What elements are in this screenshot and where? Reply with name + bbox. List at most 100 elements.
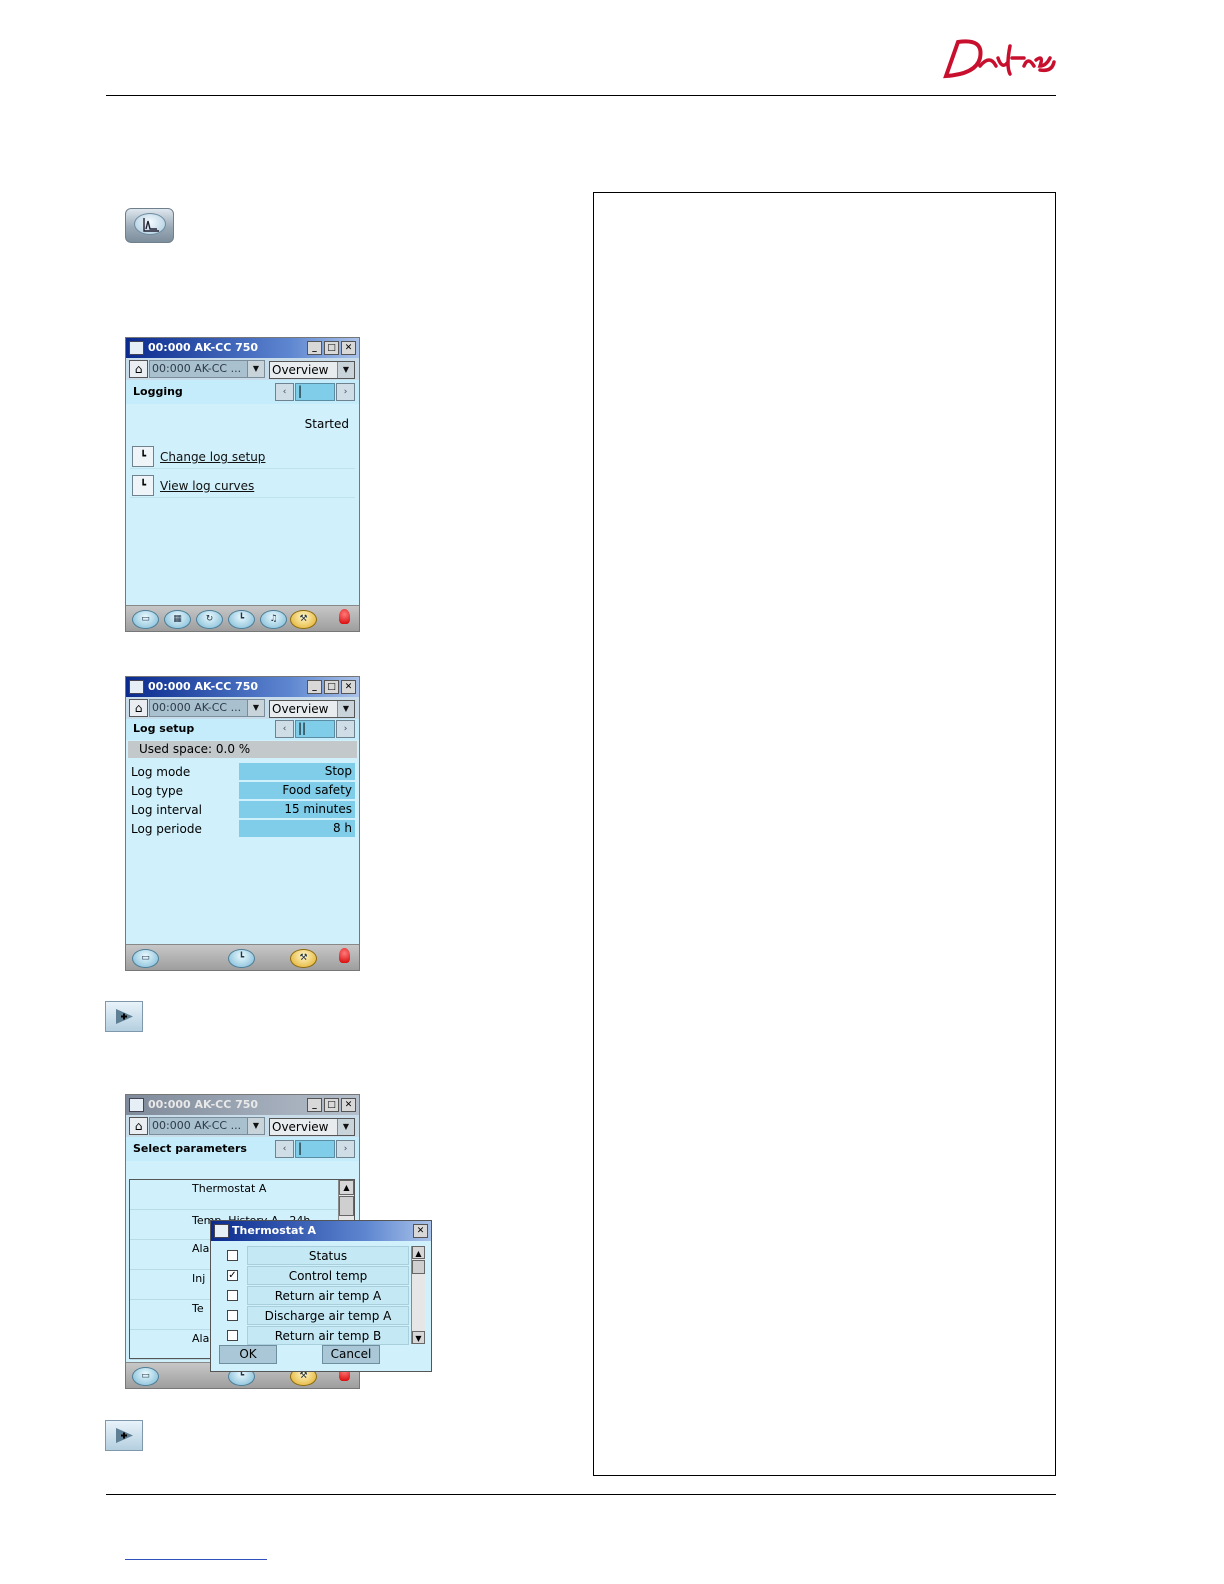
view-select-value: Overview — [272, 1120, 329, 1134]
checkbox[interactable] — [227, 1250, 238, 1261]
param-value[interactable]: 8 h — [239, 820, 355, 837]
view-select[interactable]: Overview ▼ — [269, 1118, 355, 1136]
option-label: Discharge air temp A — [247, 1306, 409, 1325]
maximize-button[interactable]: □ — [324, 680, 339, 694]
log-icon-button[interactable] — [125, 208, 174, 243]
ok-button[interactable]: OK — [219, 1345, 277, 1364]
app-icon — [129, 1098, 144, 1112]
refresh-icon[interactable]: ↻ — [196, 610, 223, 629]
list-item[interactable]: Thermostat A — [130, 1180, 338, 1210]
option-row-return-air-temp-a[interactable]: Return air temp A — [219, 1286, 411, 1306]
app-icon — [129, 341, 144, 355]
alarm-icon[interactable] — [339, 948, 350, 963]
window-titlebar: 00:000 AK-CC 750 _ □ ✕ — [126, 1095, 359, 1115]
close-button[interactable]: ✕ — [341, 1098, 356, 1112]
prev-page-button[interactable]: ‹ — [275, 1140, 294, 1158]
app-icon — [129, 680, 144, 694]
home-icon[interactable]: ⌂ — [129, 360, 148, 378]
scroll-down-button[interactable]: ▼ — [412, 1331, 425, 1344]
scroll-up-button[interactable]: ▲ — [412, 1246, 425, 1259]
footer-link[interactable] — [125, 1552, 267, 1560]
param-value[interactable]: Stop — [239, 763, 355, 780]
window-titlebar: 00:000 AK-CC 750 _ □ ✕ — [126, 677, 359, 697]
home-icon[interactable]: ⌂ — [129, 1117, 148, 1135]
checkbox[interactable] — [227, 1330, 238, 1341]
scroll-thumb[interactable] — [339, 1196, 354, 1216]
close-button[interactable]: ✕ — [341, 341, 356, 355]
chevron-down-icon: ▼ — [337, 1119, 354, 1135]
view-select[interactable]: Overview ▼ — [269, 361, 355, 379]
option-row-control-temp[interactable]: ✓ Control temp — [219, 1266, 411, 1286]
minimize-button[interactable]: _ — [307, 1098, 322, 1112]
minimize-button[interactable]: _ — [307, 680, 322, 694]
notes-box — [593, 192, 1056, 1476]
view-select[interactable]: Overview ▼ — [269, 700, 355, 718]
scroll-thumb[interactable] — [412, 1260, 425, 1274]
maximize-button[interactable]: □ — [324, 1098, 339, 1112]
next-page-button[interactable]: › — [336, 383, 355, 401]
prev-page-button[interactable]: ‹ — [275, 383, 294, 401]
device-icon[interactable]: ▭ — [132, 949, 159, 968]
alarm-icon[interactable] — [339, 609, 350, 624]
close-button[interactable]: ✕ — [341, 680, 356, 694]
dialog-scrollbar[interactable]: ▲ ▼ — [411, 1246, 425, 1344]
cancel-button[interactable]: Cancel — [322, 1345, 380, 1364]
prev-page-button[interactable]: ‹ — [275, 720, 294, 738]
chart-icon — [134, 213, 166, 235]
page-title: Logging — [133, 385, 183, 398]
wrench-icon[interactable]: ⚒ — [290, 949, 317, 968]
arrow-right-icon — [116, 1428, 133, 1443]
param-row-log-periode[interactable]: Log periode 8 h — [129, 820, 355, 838]
logging-window: 00:000 AK-CC 750 _ □ ✕ ⌂ 00:000 AK-CC ..… — [125, 337, 360, 632]
option-row-return-air-temp-b[interactable]: Return air temp B — [219, 1326, 411, 1346]
chevron-down-icon: ▼ — [337, 362, 354, 378]
param-value[interactable]: Food safety — [239, 782, 355, 799]
minimize-button[interactable]: _ — [307, 341, 322, 355]
view-log-curves-link[interactable]: ┗ View log curves — [130, 474, 355, 498]
chevron-down-icon: ▼ — [247, 361, 264, 377]
page-title: Select parameters — [133, 1142, 247, 1155]
checkbox[interactable] — [227, 1290, 238, 1301]
grid-icon[interactable]: ▦ — [164, 610, 191, 629]
option-row-discharge-air-temp-a[interactable]: Discharge air temp A — [219, 1306, 411, 1326]
next-page-button[interactable]: › — [336, 720, 355, 738]
page-indicator: | — [295, 1140, 335, 1158]
next-step-button[interactable] — [105, 1420, 143, 1451]
option-label: Return air temp A — [247, 1286, 409, 1305]
close-button[interactable]: ✕ — [413, 1224, 428, 1238]
link-label: Change log setup — [160, 450, 266, 464]
device-select[interactable]: 00:000 AK-CC ... ▼ — [149, 360, 265, 378]
dialog-titlebar: Thermostat A ✕ — [211, 1221, 431, 1241]
device-icon[interactable]: ▭ — [132, 1367, 159, 1386]
device-select[interactable]: 00:000 AK-CC ... ▼ — [149, 699, 265, 717]
toolbar: ⌂ 00:000 AK-CC ... ▼ Overview ▼ — [126, 697, 359, 719]
device-select[interactable]: 00:000 AK-CC ... ▼ — [149, 1117, 265, 1135]
scroll-up-button[interactable]: ▲ — [339, 1180, 354, 1195]
option-label: Control temp — [247, 1266, 409, 1285]
bottom-navbar: ▭ ▦ ↻ ┗ ♫ ⚒ — [126, 605, 359, 631]
next-page-button[interactable]: › — [336, 1140, 355, 1158]
home-icon[interactable]: ⌂ — [129, 699, 148, 717]
window-titlebar: 00:000 AK-CC 750 _ □ ✕ — [126, 338, 359, 358]
param-row-log-interval[interactable]: Log interval 15 minutes — [129, 801, 355, 819]
param-row-log-type[interactable]: Log type Food safety — [129, 782, 355, 800]
bottom-navbar: ▭ ┗ ⚒ — [126, 944, 359, 970]
wrench-icon[interactable]: ⚒ — [290, 610, 317, 629]
option-label: Return air temp B — [247, 1326, 409, 1345]
chart-icon: ┗ — [132, 475, 154, 496]
option-row-status[interactable]: Status — [219, 1246, 411, 1266]
window-title: 00:000 AK-CC 750 — [148, 1098, 259, 1111]
param-value[interactable]: 15 minutes — [239, 801, 355, 818]
maximize-button[interactable]: □ — [324, 341, 339, 355]
change-log-setup-link[interactable]: ┗ Change log setup — [130, 445, 355, 469]
bell-icon[interactable]: ♫ — [260, 610, 287, 629]
checkbox[interactable]: ✓ — [227, 1270, 238, 1281]
param-label: Log mode — [131, 765, 191, 779]
chevron-down-icon: ▼ — [247, 1118, 264, 1134]
param-row-log-mode[interactable]: Log mode Stop — [129, 763, 355, 781]
checkbox[interactable] — [227, 1310, 238, 1321]
device-icon[interactable]: ▭ — [132, 610, 159, 629]
chart-icon[interactable]: ┗ — [228, 610, 255, 629]
next-step-button[interactable] — [105, 1001, 143, 1032]
chart-icon[interactable]: ┗ — [228, 949, 255, 968]
